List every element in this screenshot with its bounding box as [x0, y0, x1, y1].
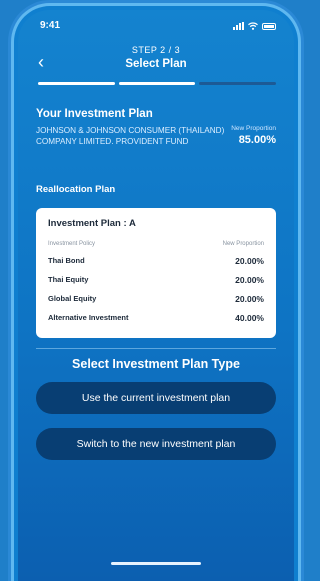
step-indicator: STEP 2 / 3 — [131, 45, 181, 55]
system-icons — [233, 22, 276, 30]
reallocation-plan-title: Reallocation Plan — [36, 184, 116, 195]
policy-row: Global Equity 20.00% — [48, 294, 264, 304]
policy-name: Thai Bond — [48, 256, 85, 265]
new-proportion-value: 85.00% — [238, 134, 276, 146]
proportion-header: New Proportion — [222, 241, 264, 247]
policy-value: 40.00% — [235, 313, 264, 323]
new-proportion-label: New Proportion — [231, 125, 276, 132]
policy-value: 20.00% — [235, 256, 264, 266]
policy-header: Investment Policy — [48, 241, 96, 247]
signal-icon — [233, 22, 244, 30]
policy-row: Thai Equity 20.00% — [48, 275, 264, 285]
status-bar: 9:41 — [18, 20, 294, 36]
policy-name: Alternative Investment — [48, 313, 129, 322]
progress-segment-3 — [199, 82, 277, 85]
section-divider — [36, 348, 276, 349]
your-investment-plan: Your Investment Plan JOHNSON & JOHNSON C… — [36, 108, 276, 147]
your-plan-title: Your Investment Plan — [36, 108, 153, 120]
reallocation-card: Investment Plan : A Investment Policy Ne… — [36, 208, 276, 338]
company-name: JOHNSON & JOHNSON CONSUMER (THAILAND) CO… — [36, 126, 225, 146]
card-plan-title: Investment Plan : A — [48, 218, 136, 229]
status-time: 9:41 — [40, 20, 61, 31]
step-progress-bar — [38, 82, 277, 85]
app-screen: 9:41 ‹ STEP 2 / 3 Select Plan Your Inves… — [18, 10, 294, 581]
home-indicator — [111, 562, 201, 565]
policy-row: Alternative Investment 40.00% — [48, 313, 264, 323]
policy-name: Thai Equity — [48, 275, 89, 284]
battery-icon — [262, 22, 276, 30]
select-plan-type-title: Select Investment Plan Type — [72, 357, 240, 371]
policy-name: Global Equity — [48, 294, 97, 303]
page-title: Select Plan — [125, 58, 187, 70]
policy-value: 20.00% — [235, 294, 264, 304]
progress-segment-2 — [118, 82, 196, 85]
back-chevron-icon[interactable]: ‹ — [38, 53, 44, 71]
progress-segment-1 — [38, 82, 115, 85]
policy-value: 20.00% — [235, 275, 264, 285]
use-current-plan-button[interactable]: Use the current investment plan — [36, 382, 276, 414]
wifi-icon — [248, 22, 258, 30]
switch-new-plan-button[interactable]: Switch to the new investment plan — [36, 428, 276, 460]
header: ‹ STEP 2 / 3 Select Plan — [18, 45, 294, 71]
policy-row: Thai Bond 20.00% — [48, 256, 264, 266]
phone-frame: 9:41 ‹ STEP 2 / 3 Select Plan Your Inves… — [14, 6, 298, 581]
